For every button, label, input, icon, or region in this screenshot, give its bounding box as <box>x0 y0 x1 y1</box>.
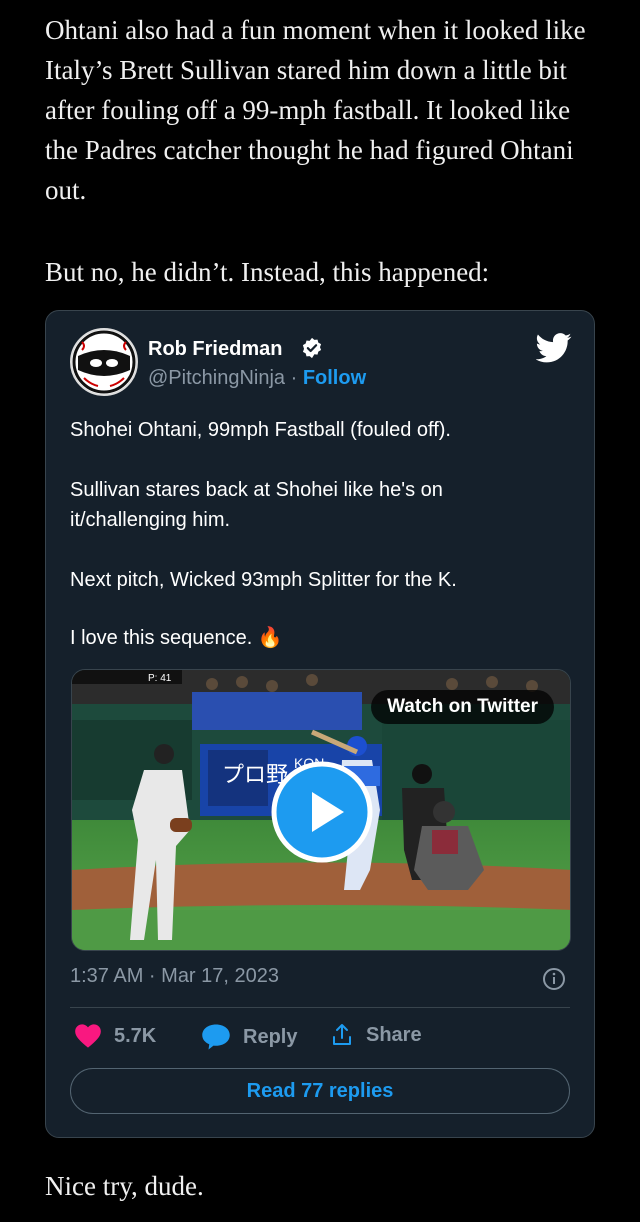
tweet-divider <box>70 1007 570 1008</box>
watch-on-twitter-button[interactable]: Watch on Twitter <box>371 690 554 724</box>
tweet-text-line-2: Sullivan stares back at Shohei like he's… <box>70 479 443 531</box>
like-button[interactable]: 5.7K <box>74 1023 156 1049</box>
tweet-text-line-3: Next pitch, Wicked 93mph Splitter for th… <box>70 569 457 591</box>
like-count: 5.7K <box>114 1024 157 1047</box>
reply-button[interactable]: Reply <box>201 1023 297 1051</box>
author-name[interactable]: Rob Friedman <box>148 338 282 361</box>
author-handle-row: @PitchingNinja · Follow <box>148 367 366 390</box>
tweet-timestamp[interactable]: 1:37 AM · Mar 17, 2023 <box>70 965 279 988</box>
share-icon <box>333 1024 351 1045</box>
read-replies-button[interactable]: Read 77 replies <box>70 1068 570 1114</box>
article-paragraph-2: But no, he didn’t. Instead, this happene… <box>45 257 490 287</box>
ninja-baseball-logo-icon <box>72 330 136 394</box>
reply-bubble-icon <box>202 1024 230 1050</box>
reply-label: Reply <box>243 1025 298 1048</box>
author-avatar[interactable] <box>70 328 138 396</box>
play-icon[interactable] <box>270 760 374 864</box>
share-label: Share <box>366 1023 422 1046</box>
info-icon[interactable] <box>542 967 566 991</box>
handle-separator: · <box>285 367 303 389</box>
article-paragraph-3: Nice try, dude. <box>45 1171 204 1201</box>
tweet-text-line-1: Shohei Ohtani, 99mph Fastball (fouled of… <box>70 419 451 441</box>
tweet-text-line-4-row: I love this sequence. 🔥 <box>70 623 550 653</box>
article-paragraph-1: Ohtani also had a fun moment when it loo… <box>45 15 586 205</box>
twitter-bird-icon[interactable] <box>536 333 572 363</box>
follow-link[interactable]: Follow <box>303 367 366 389</box>
tweet-text-line-4: I love this sequence. <box>70 627 253 649</box>
fire-emoji: 🔥 <box>257 627 283 649</box>
scoreboard-text: P: 41 <box>148 673 172 684</box>
heart-icon <box>75 1024 101 1048</box>
video-thumbnail[interactable]: P: 41 プロ野 KON Watch on Twitter <box>71 669 571 951</box>
verified-badge-icon <box>302 337 322 359</box>
embedded-tweet-card[interactable]: Rob Friedman @PitchingNinja · Follow Sho… <box>45 310 595 1138</box>
author-handle[interactable]: @PitchingNinja <box>148 367 285 389</box>
share-button[interactable]: Share <box>330 1023 422 1047</box>
